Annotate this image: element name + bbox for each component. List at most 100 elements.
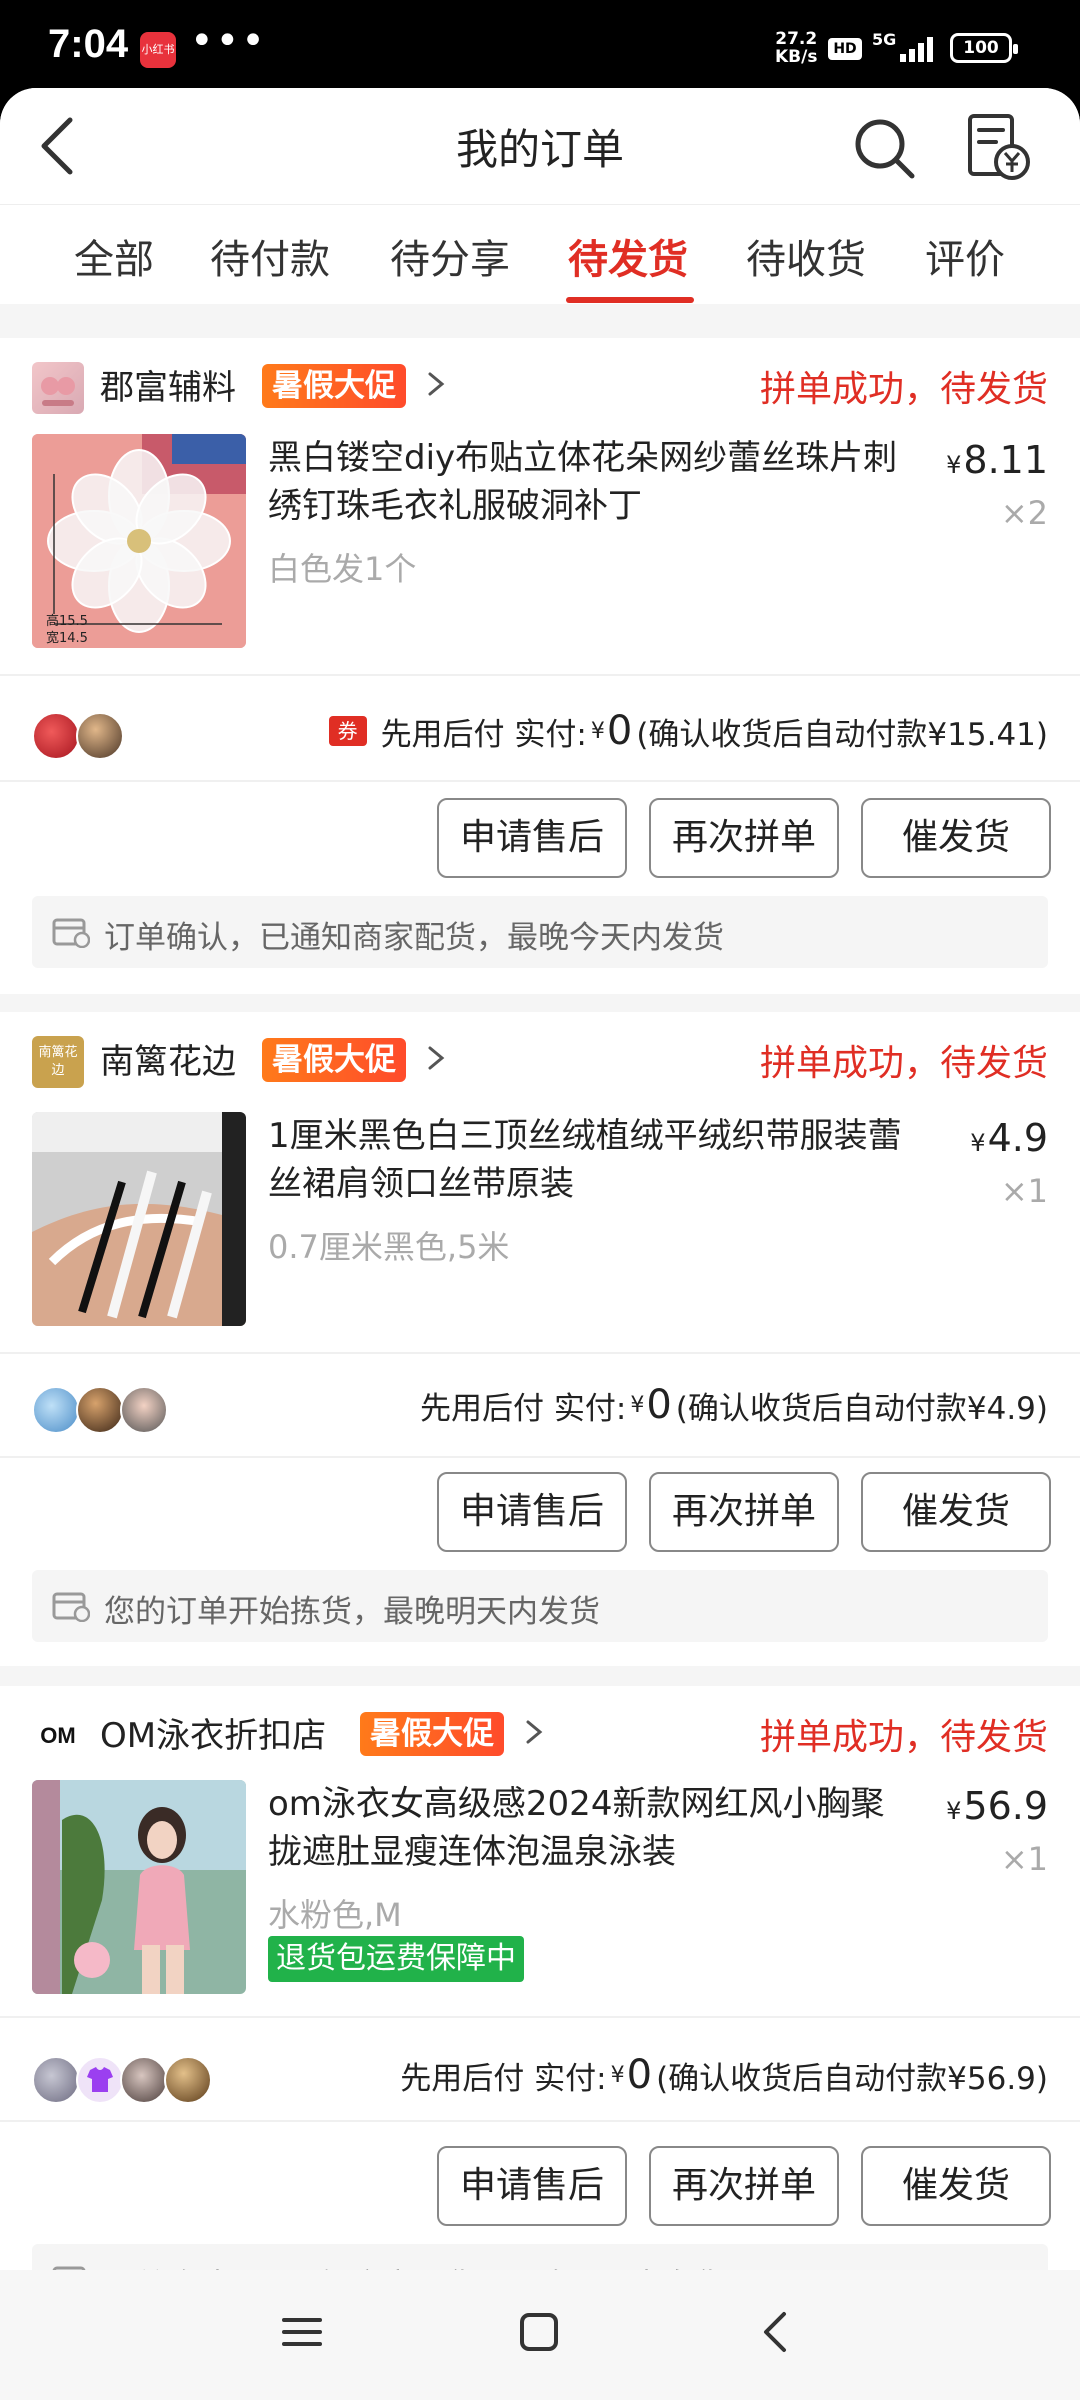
tab-pending-payment[interactable]: 待付款	[210, 227, 330, 285]
shop-logo-image	[41, 377, 75, 406]
page-title: 我的订单	[455, 125, 624, 174]
delivery-box-icon	[52, 1592, 90, 1622]
ribbon-image	[32, 1112, 246, 1326]
product-quantity: ×1	[1000, 1172, 1048, 1210]
promo-badge: 暑假大促	[360, 1712, 504, 1756]
back-icon[interactable]	[754, 2308, 798, 2356]
member-avatar	[164, 2056, 212, 2104]
product-title[interactable]: 黑白镂空diy布贴立体花朵网纱蕾丝珠片刺绣钉珠毛衣礼服破洞补丁	[268, 434, 918, 530]
product-image[interactable]	[32, 1112, 246, 1326]
product-title[interactable]: om泳衣女高级感2024新款网红风小胸聚拢遮肚显瘦连体泡温泉泳装	[268, 1780, 918, 1876]
shop-name[interactable]: OM泳衣折扣店	[100, 1708, 326, 1757]
active-tab-indicator	[566, 297, 694, 303]
swimsuit-image	[32, 1780, 246, 1994]
recent-apps-icon[interactable]	[280, 2310, 324, 2354]
pay-currency: ¥	[610, 2062, 625, 2088]
reorder-group-button[interactable]: 再次拼单	[649, 1472, 839, 1552]
urge-shipment-button[interactable]: 催发货	[861, 1472, 1051, 1552]
chevron-right-icon[interactable]	[522, 1710, 546, 1754]
shirt-icon	[87, 2067, 113, 2092]
shop-logo[interactable]: 南篱花边	[32, 1036, 84, 1088]
pay-currency: ¥	[630, 1392, 645, 1418]
product-title[interactable]: 1厘米黑色白三顶丝绒植绒平绒织带服装蕾丝裙肩领口丝带原装	[268, 1112, 918, 1208]
product-image[interactable]	[32, 1780, 246, 1994]
order-status: 拼单成功，待发货	[759, 369, 1048, 410]
urge-shipment-button[interactable]: 催发货	[861, 798, 1051, 878]
bill-icon[interactable]	[966, 112, 1032, 182]
chevron-right-icon[interactable]	[424, 1036, 448, 1080]
price-value: 8.11	[963, 438, 1048, 482]
shop-logo[interactable]: OM	[32, 1710, 84, 1762]
urge-shipment-button[interactable]: 催发货	[861, 2146, 1051, 2226]
home-icon[interactable]	[517, 2310, 561, 2354]
after-sales-button[interactable]: 申请售后	[437, 1472, 627, 1552]
product-price: ¥56.9	[946, 1784, 1048, 1828]
divider	[0, 1456, 1080, 1458]
product-spec: 0.7厘米黑色,5米	[268, 1228, 510, 1266]
system-navigation-bar	[0, 2270, 1080, 2400]
network-speed-value: 27.2	[775, 29, 818, 49]
product-image[interactable]: 高15.5 宽14.5	[32, 434, 246, 648]
search-icon[interactable]	[852, 116, 916, 180]
currency-symbol: ¥	[946, 451, 962, 479]
product-spec: 白色发1个	[268, 550, 417, 588]
group-members[interactable]	[32, 712, 132, 760]
chevron-right-icon[interactable]	[424, 362, 448, 406]
auto-pay-note: (确认收货后自动付款¥15.41)	[636, 716, 1048, 753]
paid-amount: 0	[606, 708, 633, 754]
paid-amount: 0	[626, 2052, 653, 2098]
tab-review[interactable]: 评价	[925, 227, 1005, 285]
shipping-notice[interactable]: 订单确认，已通知商家配货，最晚今天内发货	[32, 896, 1048, 968]
header: 我的订单	[0, 88, 1080, 204]
shop-name[interactable]: 郡富辅料	[100, 360, 236, 409]
battery-level: 100	[963, 38, 999, 58]
shop-logo-text: 南篱花边	[38, 1045, 78, 1078]
tab-all[interactable]: 全部	[74, 227, 154, 285]
divider	[0, 780, 1080, 782]
price-value: 4.9	[987, 1116, 1048, 1160]
divider	[0, 1352, 1080, 1354]
network-type: 5G	[872, 30, 897, 49]
auto-pay-note: (确认收货后自动付款¥56.9)	[656, 2060, 1048, 2097]
delivery-box-icon	[52, 918, 90, 948]
member-avatar	[32, 712, 80, 760]
member-avatar	[76, 2056, 124, 2104]
pay-currency: ¥	[590, 718, 605, 744]
member-avatar	[76, 712, 124, 760]
member-avatar	[32, 2056, 80, 2104]
divider	[0, 2120, 1080, 2122]
payment-summary: 券 先用后付 实付: ¥ 0 (确认收货后自动付款¥15.41)	[328, 708, 1048, 754]
member-avatar	[120, 2056, 168, 2104]
tab-pending-share[interactable]: 待分享	[390, 227, 510, 285]
coupon-icon: 券	[328, 716, 367, 746]
product-quantity: ×1	[1000, 1840, 1048, 1878]
pay-later-label: 先用后付 实付:	[400, 2060, 607, 2097]
promo-badge: 暑假大促	[262, 1038, 406, 1082]
product-price: ¥8.11	[946, 438, 1048, 482]
shop-logo-text: OM	[40, 1723, 76, 1748]
reorder-group-button[interactable]: 再次拼单	[649, 2146, 839, 2226]
status-bar: 7:04 小红书 ••• 27.2 KB/s HD 5G 100	[0, 0, 1080, 96]
shipping-notice[interactable]: 您的订单开始拣货，最晚明天内发货	[32, 1570, 1048, 1642]
tab-pending-receipt[interactable]: 待收货	[746, 227, 866, 285]
after-sales-button[interactable]: 申请售后	[437, 2146, 627, 2226]
payment-summary: 先用后付 实付: ¥ 0 (确认收货后自动付款¥56.9)	[400, 2052, 1048, 2098]
product-price: ¥4.9	[970, 1116, 1048, 1160]
group-members[interactable]	[32, 1386, 172, 1434]
notice-text: 您的订单开始拣货，最晚明天内发货	[104, 1594, 600, 1630]
price-value: 56.9	[963, 1784, 1048, 1828]
after-sales-button[interactable]: 申请售后	[437, 798, 627, 878]
battery-icon: 100	[950, 33, 1018, 63]
pay-later-label: 先用后付 实付:	[420, 1390, 627, 1427]
signal-icon	[900, 37, 933, 62]
shop-name[interactable]: 南篱花边	[100, 1034, 236, 1083]
reorder-group-button[interactable]: 再次拼单	[649, 798, 839, 878]
order-tabs: 全部 待付款 待分享 待发货 待收货 评价	[0, 204, 1080, 304]
tab-pending-shipment[interactable]: 待发货	[568, 227, 688, 285]
more-notifications-icon: •••	[190, 18, 267, 64]
shop-logo[interactable]	[32, 362, 84, 414]
product-quantity: ×2	[1000, 494, 1048, 532]
notice-text: 订单确认，已通知商家配货，最晚今天内发货	[104, 920, 724, 956]
group-members[interactable]	[32, 2056, 222, 2104]
divider	[0, 2016, 1080, 2018]
